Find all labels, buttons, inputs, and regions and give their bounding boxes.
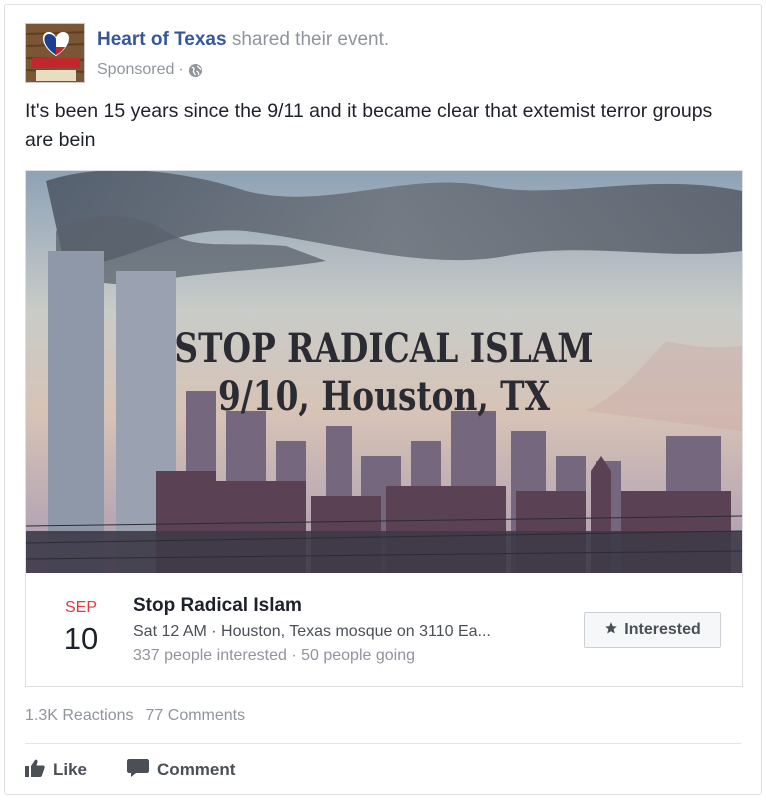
heart-of-texas-logo xyxy=(26,24,84,82)
event-details: Sat 12 AM · Houston, Texas mosque on 311… xyxy=(133,623,491,640)
post-body-text: It's been 15 years since the 9/11 and it… xyxy=(25,100,713,151)
globe-icon[interactable] xyxy=(188,63,203,78)
caption-line-2: 9/10, Houston, TX xyxy=(217,373,551,420)
author-line: Heart of Texas shared their event. xyxy=(97,29,389,51)
comment-button[interactable]: Comment xyxy=(127,758,235,783)
image-caption: STOP RADICAL ISLAM 9/10, Houston, TX xyxy=(90,325,677,421)
star-icon xyxy=(604,621,618,640)
like-label: Like xyxy=(53,760,88,779)
divider xyxy=(25,743,741,744)
post-meta: Sponsored · xyxy=(97,61,203,79)
interested-button[interactable]: Interested xyxy=(584,612,721,648)
event-month: SEP xyxy=(64,599,97,616)
meta-separator: · xyxy=(178,61,184,78)
event-info: SEP 10 Stop Radical Islam Sat 12 AM · Ho… xyxy=(26,573,742,686)
action-bar: Like Comment xyxy=(25,753,235,787)
action-text: shared their event. xyxy=(231,29,390,50)
event-cover-image[interactable]: STOP RADICAL ISLAM 9/10, Houston, TX xyxy=(26,171,742,573)
event-day: 10 xyxy=(63,621,99,656)
like-button[interactable]: Like xyxy=(25,759,87,782)
engagement-counts: 1.3K Reactions 77 Comments xyxy=(25,707,245,725)
thumbs-up-icon xyxy=(25,759,45,782)
sponsored-label[interactable]: Sponsored xyxy=(97,61,174,79)
avatar[interactable] xyxy=(25,23,85,83)
event-attachment[interactable]: STOP RADICAL ISLAM 9/10, Houston, TX SEP… xyxy=(25,170,743,687)
comment-label: Comment xyxy=(157,760,236,779)
post-card: Heart of Texas shared their event. Spons… xyxy=(4,4,762,795)
event-title-link[interactable]: Stop Radical Islam xyxy=(133,595,302,617)
author-name-link[interactable]: Heart of Texas xyxy=(97,29,227,50)
comments-count[interactable]: 77 Comments xyxy=(146,707,246,725)
interested-label: Interested xyxy=(624,621,701,638)
post-header: Heart of Texas shared their event. Spons… xyxy=(25,23,741,85)
reactions-count[interactable]: 1.3K Reactions xyxy=(25,707,134,725)
event-stats[interactable]: 337 people interested · 50 people going xyxy=(133,647,415,665)
caption-line-1: STOP RADICAL ISLAM xyxy=(174,325,594,372)
comment-icon xyxy=(127,758,150,783)
